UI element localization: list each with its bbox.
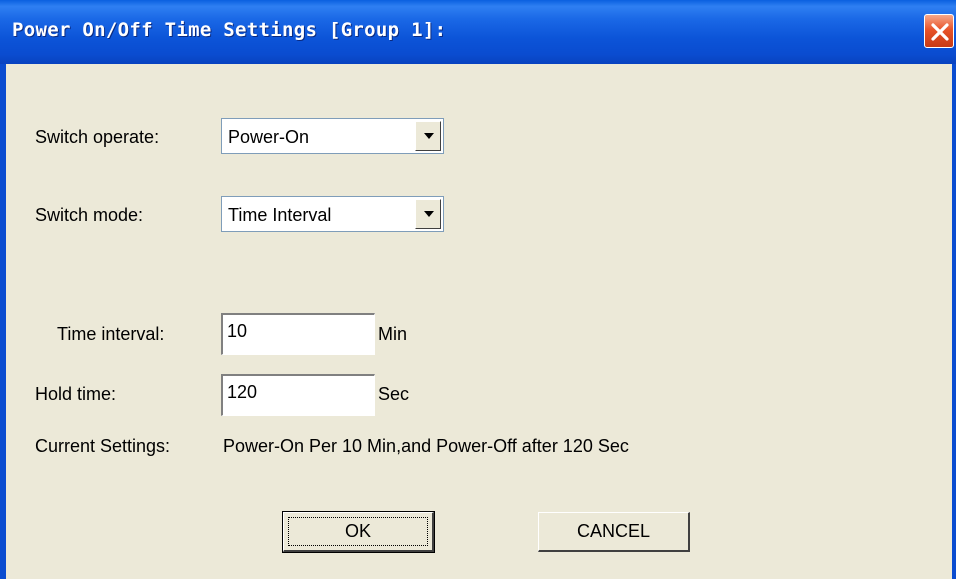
close-icon xyxy=(931,23,949,41)
hold-time-unit: Sec xyxy=(378,384,410,404)
switch-operate-select[interactable]: Power-On xyxy=(221,118,444,154)
time-interval-field[interactable] xyxy=(221,313,375,355)
dialog-window: Power On/Off Time Settings [Group 1]: Sw… xyxy=(0,0,956,579)
hold-time-label: Hold time: xyxy=(35,384,117,404)
window-title: Power On/Off Time Settings [Group 1]: xyxy=(12,19,447,41)
switch-mode-dropdown-button[interactable] xyxy=(415,199,441,229)
time-interval-input[interactable] xyxy=(227,321,367,342)
current-settings-label: Current Settings: xyxy=(35,436,171,456)
hold-time-field[interactable] xyxy=(221,374,375,416)
switch-mode-label: Switch mode: xyxy=(35,205,144,225)
switch-operate-dropdown-button[interactable] xyxy=(415,121,441,151)
current-settings-value: Power-On Per 10 Min,and Power-Off after … xyxy=(223,436,629,456)
ok-button[interactable]: OK xyxy=(282,511,435,553)
hold-time-input[interactable] xyxy=(227,382,367,403)
switch-operate-label: Switch operate: xyxy=(35,127,160,147)
time-interval-label: Time interval: xyxy=(57,324,165,344)
switch-mode-value: Time Interval xyxy=(228,205,332,225)
chevron-down-icon xyxy=(424,211,434,217)
window-border-right xyxy=(952,64,956,579)
cancel-button[interactable]: CANCEL xyxy=(538,512,690,552)
cancel-button-label: CANCEL xyxy=(576,521,651,541)
title-bar[interactable]: Power On/Off Time Settings [Group 1]: xyxy=(0,0,956,64)
focus-rectangle xyxy=(288,517,428,546)
chevron-down-icon xyxy=(424,133,434,139)
window-border-left xyxy=(0,64,6,579)
time-interval-unit: Min xyxy=(378,324,408,344)
switch-mode-select[interactable]: Time Interval xyxy=(221,196,444,232)
close-button[interactable] xyxy=(924,14,954,48)
switch-operate-value: Power-On xyxy=(228,127,310,147)
